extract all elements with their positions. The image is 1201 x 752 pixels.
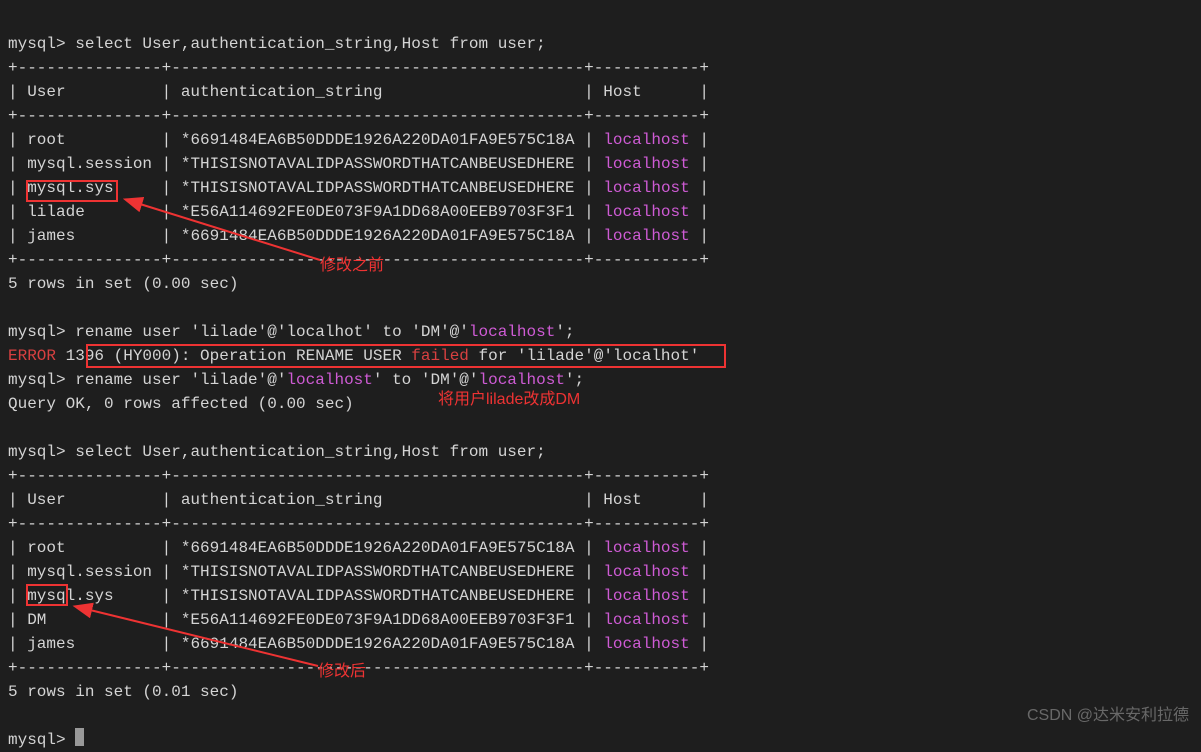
table-row: | james | *6691484EA6B50DDDE1926A220DA01… [8, 227, 709, 245]
table-header: | User | authentication_string | Host | [8, 491, 709, 509]
table-row: | james | *6691484EA6B50DDDE1926A220DA01… [8, 635, 709, 653]
rename-stmt: rename user 'lilade'@'localhot' to 'DM'@… [75, 323, 574, 341]
table-row: | DM | *E56A114692FE0DE073F9A1DD68A00EEB… [8, 611, 709, 629]
table-row: | mysql.sys | *THISISNOTAVALIDPASSWORDTH… [8, 587, 709, 605]
table-row: | lilade | *E56A114692FE0DE073F9A1DD68A0… [8, 203, 709, 221]
table-header: | User | authentication_string | Host | [8, 83, 709, 101]
table-divider: +---------------+-----------------------… [8, 515, 709, 533]
highlight-box-dm [26, 584, 68, 606]
table-divider: +---------------+-----------------------… [8, 107, 709, 125]
terminal-output: mysql> select User,authentication_string… [8, 8, 1193, 752]
sql-query: select User,authentication_string,Host f… [75, 443, 545, 461]
table-row: | mysql.session | *THISISNOTAVALIDPASSWO… [8, 563, 709, 581]
prompt: mysql> [8, 371, 66, 389]
prompt: mysql> [8, 323, 66, 341]
prompt: mysql> [8, 731, 66, 749]
result-summary: 5 rows in set (0.01 sec) [8, 683, 238, 701]
sql-query: select User,authentication_string,Host f… [75, 35, 545, 53]
annotation-after: 修改后 [318, 660, 366, 684]
table-row: | root | *6691484EA6B50DDDE1926A220DA01F… [8, 131, 709, 149]
table-row: | root | *6691484EA6B50DDDE1926A220DA01F… [8, 539, 709, 557]
highlight-box-rename [86, 344, 726, 368]
rename-stmt-ok: rename user 'lilade'@'localhost' to 'DM'… [75, 371, 584, 389]
cursor-icon[interactable] [75, 728, 84, 746]
prompt: mysql> [8, 35, 66, 53]
annotation-before: 修改之前 [320, 254, 384, 278]
annotation-rename-note: 将用户lilade改成DM [438, 388, 580, 412]
table-row: | mysql.session | *THISISNOTAVALIDPASSWO… [8, 155, 709, 173]
query-ok: Query OK, 0 rows affected (0.00 sec) [8, 395, 354, 413]
table-divider: +---------------+-----------------------… [8, 59, 709, 77]
prompt: mysql> [8, 443, 66, 461]
watermark: CSDN @达米安利拉德 [1027, 704, 1189, 728]
highlight-box-lilade [26, 180, 118, 202]
result-summary: 5 rows in set (0.00 sec) [8, 275, 238, 293]
table-divider: +---------------+-----------------------… [8, 467, 709, 485]
